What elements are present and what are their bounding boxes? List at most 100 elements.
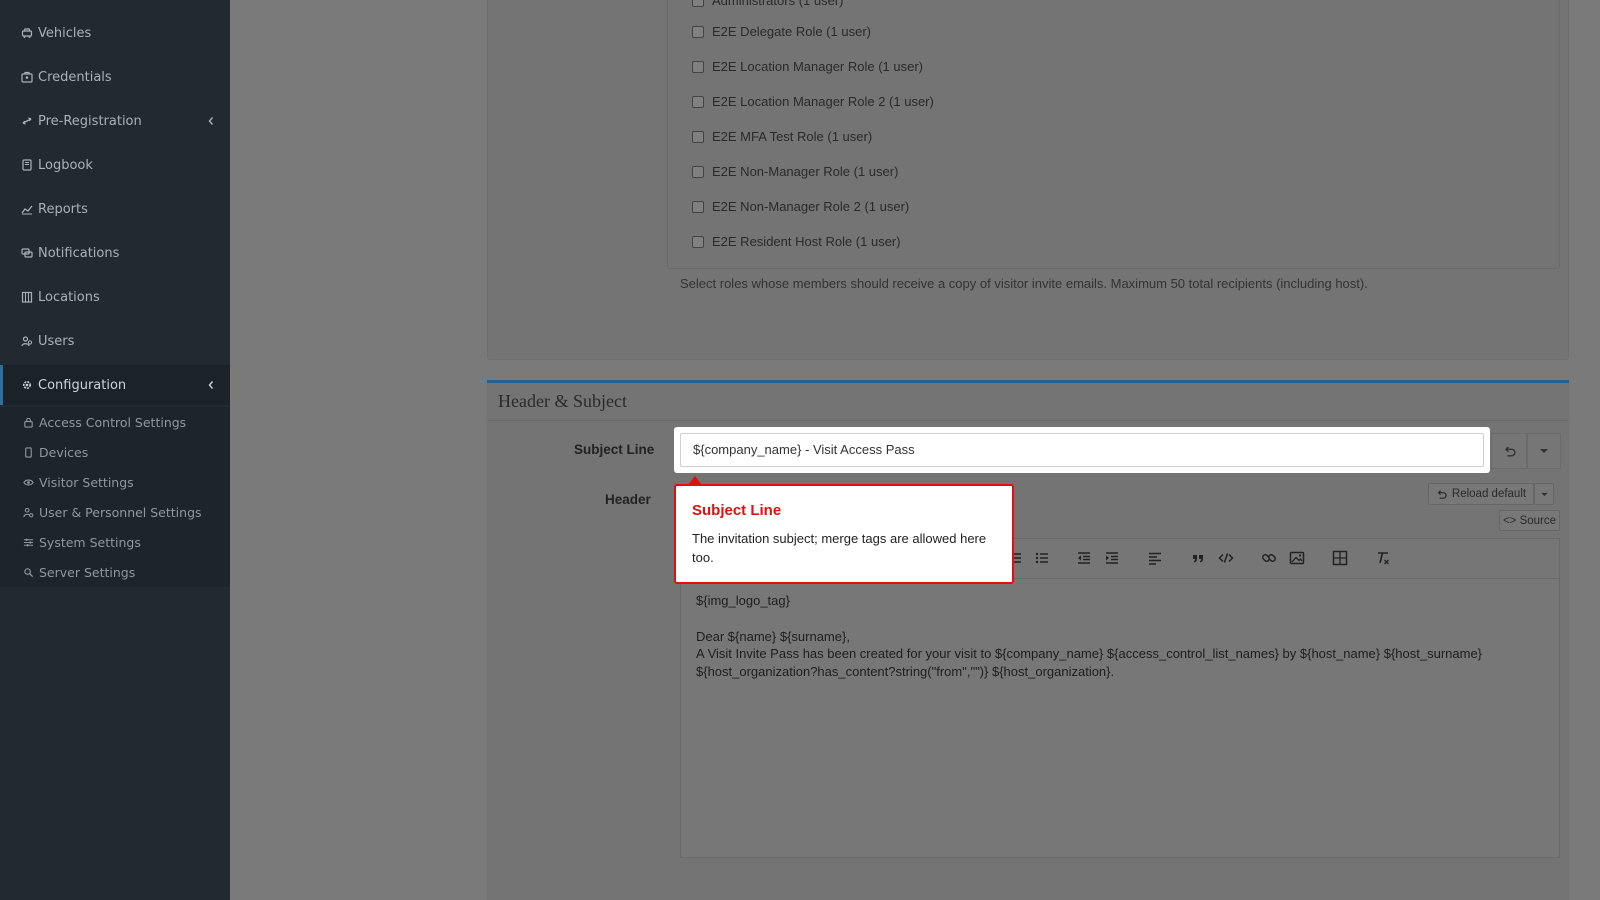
server-icon (22, 566, 35, 579)
caret-down-icon (1540, 492, 1548, 496)
role-option[interactable]: E2E Location Manager Role 2 (1 user) (692, 94, 934, 109)
gear-icon (20, 379, 33, 392)
caret-down-icon (1540, 449, 1548, 453)
reload-options-dropdown[interactable] (1534, 483, 1554, 505)
sidebar: Vehicles Credentials Pre-Registration Lo… (0, 0, 230, 900)
role-checkbox[interactable] (692, 60, 704, 73)
subject-line-input[interactable]: ${company_name} - Visit Access Pass (680, 433, 1484, 467)
sidebar-subitem-devices[interactable]: Devices (0, 438, 230, 466)
sidebar-item-label: Users (38, 333, 75, 349)
users-icon (20, 335, 33, 348)
reload-default-button[interactable]: Reload default (1428, 483, 1534, 505)
sidebar-subitem-visitor-settings[interactable]: Visitor Settings (0, 468, 230, 496)
sidebar-item-locations[interactable]: Locations (0, 277, 230, 317)
role-option[interactable]: E2E Location Manager Role (1 user) (692, 59, 923, 74)
role-checkbox[interactable] (692, 165, 704, 178)
source-button[interactable]: <> Source (1499, 510, 1560, 531)
sidebar-subitem-server-settings[interactable]: Server Settings (0, 558, 230, 586)
role-checkbox[interactable] (692, 130, 704, 143)
sidebar-subitem-access-control-settings[interactable]: Access Control Settings (0, 408, 230, 436)
role-label: E2E Resident Host Role (1 user) (712, 234, 901, 249)
role-checkbox[interactable] (692, 0, 704, 7)
header-label: Header (605, 492, 651, 507)
role-option[interactable]: E2E Non-Manager Role 2 (1 user) (692, 199, 909, 214)
undo-icon (1504, 445, 1516, 457)
sidebar-item-label: Pre-Registration (38, 113, 142, 129)
sidebar-subitem-label: User & Personnel Settings (39, 504, 202, 520)
image-icon[interactable] (1287, 548, 1307, 568)
sidebar-item-configuration[interactable]: Configuration (0, 365, 230, 405)
blockquote-icon[interactable] (1188, 548, 1208, 568)
role-label: Administrators (1 user) (712, 0, 844, 8)
sidebar-subitem-label: System Settings (39, 534, 141, 550)
sidebar-item-pre-registration[interactable]: Pre-Registration (0, 101, 230, 141)
sidebar-item-label: Credentials (38, 69, 112, 85)
sidebar-item-reports[interactable]: Reports (0, 189, 230, 229)
role-label: E2E MFA Test Role (1 user) (712, 129, 873, 144)
editor-line: A Visit Invite Pass has been created for… (696, 646, 1483, 661)
sidebar-item-label: Reports (38, 201, 88, 217)
sidebar-item-label: Logbook (38, 157, 93, 173)
sidebar-item-label: Vehicles (38, 25, 92, 41)
editor-line: ${host_organization?has_content?string("… (696, 664, 1115, 679)
link-icon[interactable] (1259, 548, 1279, 568)
undo-icon (1437, 489, 1447, 499)
roles-help-text: Select roles whose members should receiv… (680, 276, 1368, 291)
role-checkbox[interactable] (692, 95, 704, 108)
car-icon (20, 27, 33, 40)
role-option[interactable]: E2E Non-Manager Role (1 user) (692, 164, 898, 179)
sidebar-subitem-label: Devices (39, 444, 89, 460)
code-icon[interactable] (1216, 548, 1236, 568)
editor-line: ${img_logo_tag} (696, 593, 790, 608)
user-cog-icon (22, 506, 35, 519)
eye-icon (22, 476, 35, 489)
sidebar-subitem-label: Access Control Settings (39, 414, 187, 430)
header-editor[interactable]: ${img_logo_tag} Dear ${name} ${surname},… (680, 578, 1560, 858)
sidebar-subitem-system-settings[interactable]: System Settings (0, 528, 230, 556)
align-left-icon[interactable] (1145, 548, 1165, 568)
role-option[interactable]: E2E Resident Host Role (1 user) (692, 234, 901, 249)
chevron-left-icon (208, 117, 214, 125)
role-label: E2E Location Manager Role (1 user) (712, 59, 924, 74)
building-icon (20, 291, 33, 304)
sidebar-item-vehicles[interactable]: Vehicles (0, 13, 230, 53)
subject-options-dropdown[interactable] (1527, 433, 1561, 469)
role-checkbox[interactable] (692, 25, 704, 38)
sidebar-item-label: Locations (38, 289, 100, 305)
role-checkbox[interactable] (692, 200, 704, 213)
indent-icon[interactable] (1102, 548, 1122, 568)
table-icon[interactable] (1330, 548, 1350, 568)
book-icon (20, 159, 33, 172)
role-option[interactable]: Administrators (1 user) (692, 0, 843, 8)
role-option[interactable]: E2E Delegate Role (1 user) (692, 24, 871, 39)
sidebar-item-users[interactable]: Users (0, 321, 230, 361)
sidebar-item-label: Configuration (38, 377, 127, 393)
chat-icon (20, 247, 33, 260)
undo-button[interactable] (1491, 433, 1527, 469)
editor-line: Dear ${name} ${surname}, (696, 629, 850, 644)
bullet-list-icon[interactable] (1032, 548, 1052, 568)
sidebar-item-logbook[interactable]: Logbook (0, 145, 230, 185)
lock-icon (22, 416, 35, 429)
clear-format-icon[interactable] (1373, 548, 1393, 568)
sliders-icon (22, 536, 35, 549)
sidebar-subitem-label: Server Settings (39, 564, 136, 580)
tooltip-body: The invitation subject; merge tags are a… (692, 531, 987, 565)
outdent-icon[interactable] (1074, 548, 1094, 568)
role-checkbox[interactable] (692, 235, 704, 248)
exchange-icon (20, 115, 33, 128)
configuration-submenu: Access Control Settings Devices Visitor … (0, 407, 230, 587)
role-label: E2E Location Manager Role 2 (1 user) (712, 94, 934, 109)
subject-line-tooltip: Subject Line The invitation subject; mer… (674, 484, 1014, 584)
sidebar-item-label: Notifications (38, 245, 120, 261)
sidebar-subitem-user-personnel-settings[interactable]: User & Personnel Settings (0, 498, 230, 526)
role-option[interactable]: E2E MFA Test Role (1 user) (692, 129, 872, 144)
sidebar-item-credentials[interactable]: Credentials (0, 57, 230, 97)
sidebar-item-notifications[interactable]: Notifications (0, 233, 230, 273)
role-label: E2E Non-Manager Role (1 user) (712, 164, 899, 179)
subject-line-label: Subject Line (574, 442, 655, 457)
tooltip-title: Subject Line (692, 502, 782, 519)
chevron-left-icon (208, 381, 214, 389)
role-label: E2E Delegate Role (1 user) (712, 24, 871, 39)
panel-divider (487, 420, 1569, 421)
